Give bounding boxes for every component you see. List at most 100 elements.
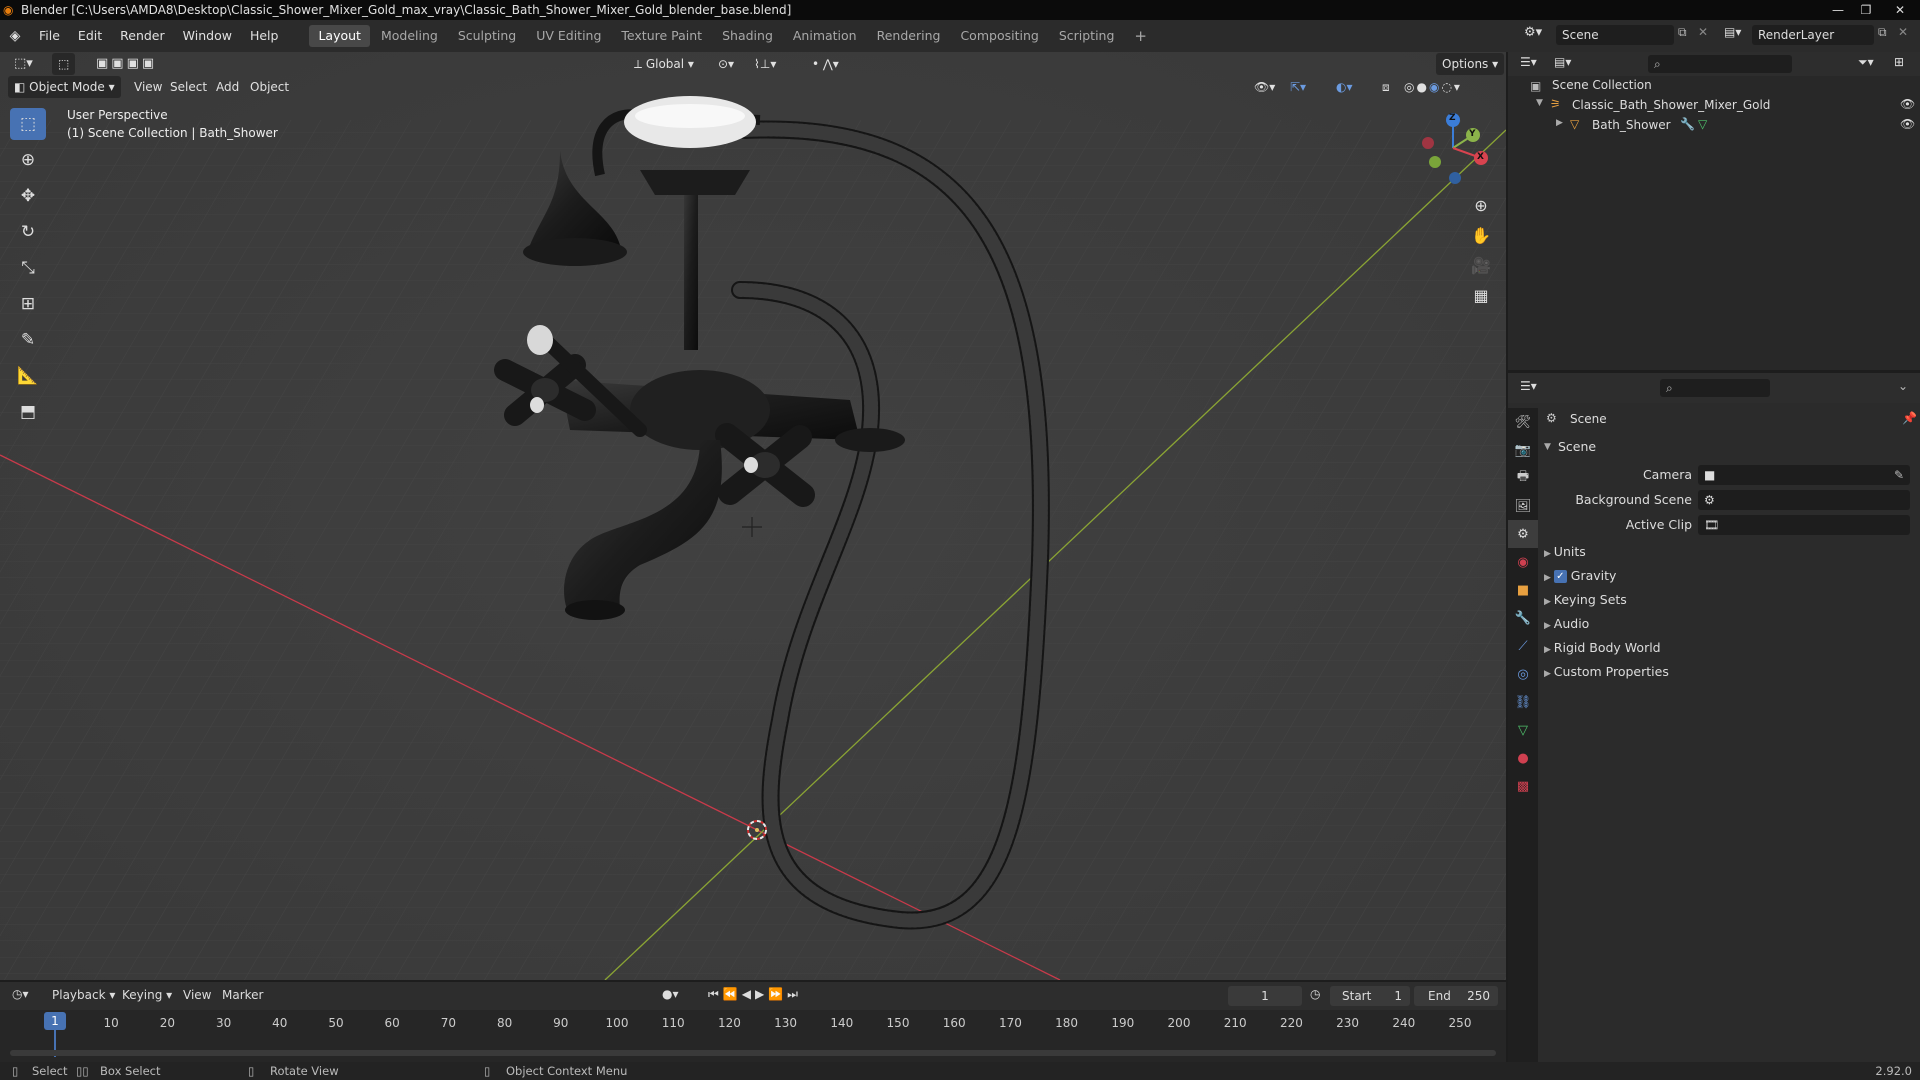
end-frame-field[interactable]: End 250 [1414,986,1498,1006]
timeline-editor-icon[interactable]: ◷▾ [12,987,29,1001]
delete-scene-icon[interactable]: ✕ [1698,25,1708,39]
options-chevron-icon[interactable]: ⌄ [1898,379,1908,393]
visibility-eye-icon[interactable]: 👁 [1900,117,1915,131]
viewport-menu-view[interactable]: View [128,76,168,98]
preview-range-icon[interactable]: ◷ [1310,987,1320,1001]
object-tab-icon[interactable]: ■ [1508,576,1538,604]
tab-animation[interactable]: Animation [784,25,866,47]
select-tool-dropdown[interactable]: ⬚ [52,53,76,75]
gizmo-x-label[interactable]: X [1477,152,1484,162]
properties-search-input[interactable]: ⌕ [1660,379,1770,397]
zoom-icon[interactable]: ⊕ [1466,192,1496,220]
timeline-menu-keying[interactable]: Keying ▾ [122,988,172,1002]
tab-uv-editing[interactable]: UV Editing [527,25,610,47]
scene-tab-icon[interactable]: ⚙ [1508,520,1538,548]
close-button[interactable]: ✕ [1880,0,1920,20]
shading-modes[interactable]: ◎●◉◌▾ [1398,76,1468,98]
delete-layer-icon[interactable]: ✕ [1898,25,1908,39]
scene-field[interactable]: Scene [1556,25,1674,45]
scale-tool-icon[interactable]: ⤡ [10,252,46,284]
maximize-button[interactable]: ❐ [1852,0,1880,20]
xray-toggle[interactable]: ⧈ [1376,76,1396,98]
tab-compositing[interactable]: Compositing [951,25,1047,47]
panel-audio[interactable]: ▶ Audio [1544,613,1914,635]
overlay-toggle[interactable]: ◐▾ [1330,76,1359,98]
transform-orientation-dropdown[interactable]: ⟂ Global ▾ [628,53,700,75]
material-tab-icon[interactable]: ● [1508,744,1538,772]
gizmo-z-label[interactable]: Z [1449,113,1456,123]
object-mode-dropdown[interactable]: ◧ Object Mode ▾ [8,76,121,98]
options-dropdown[interactable]: Options ▾ [1436,53,1505,75]
filter-icon[interactable]: ⏷▾ [1858,55,1874,70]
new-collection-icon[interactable]: ⊞ [1894,55,1904,69]
pivot-dropdown[interactable]: ⊙▾ [712,53,740,75]
view-layer-tab-icon[interactable]: 🖼 [1508,492,1538,520]
add-workspace-button[interactable]: + [1125,25,1156,47]
expand-arrow-icon[interactable]: ▶ [1556,118,1563,128]
visibility-eye-icon[interactable]: 👁 [1900,97,1915,111]
particles-tab-icon[interactable]: ⟋ [1508,632,1538,660]
annotate-tool-icon[interactable]: ✎ [10,324,46,356]
outliner-root[interactable]: Scene Collection [1552,78,1652,92]
menu-render[interactable]: Render [111,21,174,51]
scene-selector-icon[interactable]: ⚙▾ [1524,25,1542,40]
camera-view-icon[interactable]: 🎥 [1466,252,1496,280]
data-tab-icon[interactable]: ▽ [1508,716,1538,744]
menu-file[interactable]: File [30,21,69,51]
viewport-menu-select[interactable]: Select [164,76,213,98]
timeline-scrollbar[interactable] [10,1050,1496,1056]
tab-texture-paint[interactable]: Texture Paint [612,25,711,47]
menu-help[interactable]: Help [241,21,288,51]
snap-toggle[interactable]: ⌇⊥▾ [748,53,782,75]
active-clip-field[interactable]: 🎞 [1698,515,1910,535]
output-tab-icon[interactable]: 🖶 [1508,464,1538,492]
add-cube-tool-icon[interactable]: ⬒ [10,396,46,428]
world-tab-icon[interactable]: ◉ [1508,548,1538,576]
mesh-data-icon[interactable]: ▽ [1698,117,1707,131]
panel-expand-arrow-icon[interactable]: ▼ [1544,442,1551,452]
panel-custom-properties[interactable]: ▶ Custom Properties [1544,661,1914,683]
panel-gravity[interactable]: ▶ ✓ Gravity [1544,565,1914,587]
minimize-button[interactable]: — [1824,0,1852,20]
render-tab-icon[interactable]: 📷 [1508,436,1538,464]
gravity-checkbox[interactable]: ✓ [1553,570,1567,583]
outliner-collection[interactable]: Classic_Bath_Shower_Mixer_Gold [1572,98,1770,112]
panel-keying-sets[interactable]: ▶ Keying Sets [1544,589,1914,611]
properties-editor-icon[interactable]: ☰▾ [1520,379,1537,393]
panel-rigid-body-world[interactable]: ▶ Rigid Body World [1544,637,1914,659]
rotate-tool-icon[interactable]: ↻ [10,216,46,248]
visibility-icon[interactable]: 👁▾ [1248,76,1281,98]
transform-tool-icon[interactable]: ⊞ [10,288,46,320]
outliner-search-input[interactable]: ⌕ [1648,55,1792,73]
pin-icon[interactable]: 📌 [1902,411,1917,425]
tab-modeling[interactable]: Modeling [372,25,447,47]
eyedropper-icon[interactable]: ✎ [1894,465,1904,485]
blender-menu-icon[interactable]: ◈ [0,28,30,44]
outliner-object[interactable]: Bath_Shower [1592,118,1671,132]
selection-mode-icons[interactable]: ▣▣▣▣ [90,53,163,75]
cursor-tool-icon[interactable]: ⊕ [10,144,46,176]
background-scene-field[interactable]: ⚙ [1698,490,1910,510]
tab-layout[interactable]: Layout [309,25,370,47]
modifier-tab-icon[interactable]: 🔧 [1508,604,1538,632]
3d-viewport[interactable] [0,52,1506,980]
texture-tab-icon[interactable]: ▩ [1508,772,1538,800]
playhead-marker[interactable]: 1 [44,1012,66,1030]
display-mode-icon[interactable]: ▤▾ [1554,55,1571,69]
tab-shading[interactable]: Shading [713,25,782,47]
new-layer-icon[interactable]: ⧉ [1878,25,1887,40]
menu-window[interactable]: Window [174,21,241,51]
gizmo-y-label[interactable]: Y [1469,129,1476,139]
playback-controls[interactable]: ⏮⏪◀▶⏩⏭ [708,987,802,1002]
select-box-tool-icon[interactable]: ⬚ [10,108,46,140]
tab-sculpting[interactable]: Sculpting [449,25,525,47]
perspective-toggle-icon[interactable]: ▦ [1466,282,1496,310]
panel-units[interactable]: ▶ Units [1544,541,1914,563]
proportional-edit-toggle[interactable]: • ⋀▾ [806,53,845,75]
gizmo-toggle[interactable]: ⇱▾ [1284,76,1312,98]
start-frame-field[interactable]: Start 1 [1330,986,1410,1006]
render-layer-field[interactable]: RenderLayer [1752,25,1874,45]
move-tool-icon[interactable]: ✥ [10,180,46,212]
camera-field[interactable]: ■ ✎ [1698,465,1910,485]
viewport-menu-object[interactable]: Object [244,76,295,98]
